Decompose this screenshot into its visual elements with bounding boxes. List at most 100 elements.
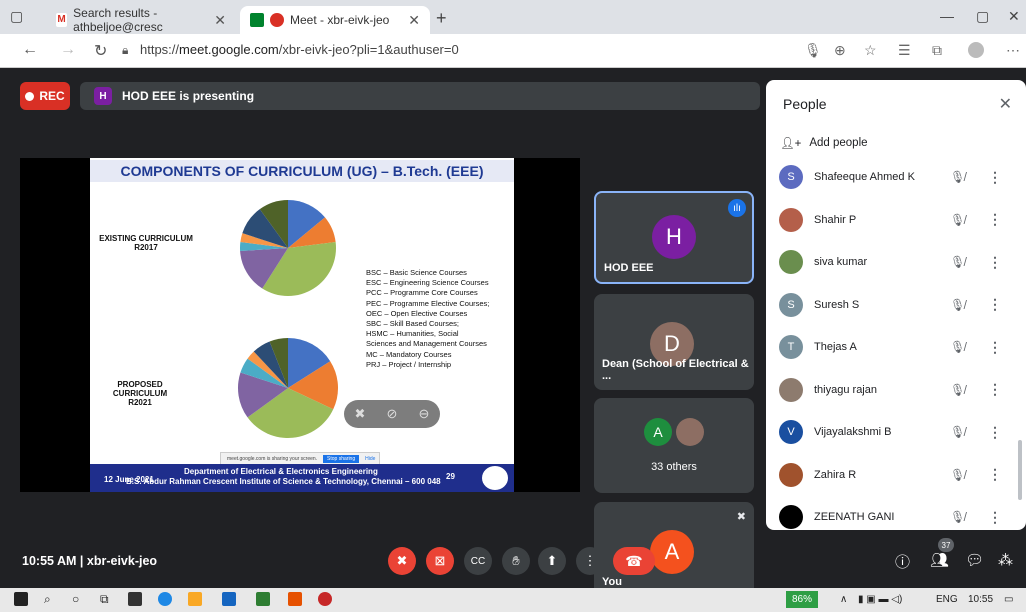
- close-panel-icon[interactable]: ✕: [999, 94, 1012, 114]
- maximize-icon[interactable]: ▢: [976, 8, 989, 25]
- separator: |: [79, 554, 84, 568]
- edge-icon[interactable]: [158, 592, 172, 606]
- more-options-icon[interactable]: ⋮: [988, 254, 1002, 271]
- tab-label: Search results - athbeljoe@cresc: [73, 6, 163, 34]
- legend-line: PEC – Programme Elective Courses;: [366, 298, 490, 308]
- present-button[interactable]: ⬆: [538, 547, 566, 575]
- scrollbar[interactable]: [1018, 440, 1022, 500]
- pie-proposed: [238, 338, 338, 438]
- more-options-icon[interactable]: ⋮: [988, 381, 1002, 398]
- browser-tab-bar: ▢ M Search results - athbeljoe@cresc ✕ M…: [0, 0, 1026, 34]
- mute-off-icon[interactable]: ⊘: [387, 406, 398, 422]
- participant-row[interactable]: siva kumar 🎙︎̸ ⋮: [766, 241, 1026, 284]
- more-options-icon[interactable]: ⋮: [988, 466, 1002, 483]
- participant-row[interactable]: Shahir P 🎙︎̸ ⋮: [766, 199, 1026, 242]
- stop-sharing-button[interactable]: Stop sharing: [323, 455, 360, 463]
- participant-row[interactable]: V Vijayalakshmi B 🎙︎̸ ⋮: [766, 411, 1026, 454]
- leave-call-button[interactable]: ☎︎: [613, 547, 655, 575]
- close-tab-icon[interactable]: ✕: [214, 12, 226, 29]
- start-icon[interactable]: [14, 592, 28, 606]
- close-tab-icon[interactable]: ✕: [408, 12, 420, 29]
- close-window-icon[interactable]: ✕: [1008, 8, 1020, 25]
- task-view-icon[interactable]: ⧉: [100, 592, 109, 607]
- remove-icon[interactable]: ⊖: [419, 406, 430, 422]
- participant-row[interactable]: thiyagu rajan 🎙︎̸ ⋮: [766, 369, 1026, 412]
- participant-row[interactable]: S Shafeeque Ahmed K 🎙︎̸ ⋮: [766, 156, 1026, 199]
- participant-avatar: [779, 462, 803, 487]
- mic-muted-icon: 🎙︎̸: [950, 467, 966, 482]
- hide-button[interactable]: Hide: [365, 456, 375, 462]
- file-explorer-icon[interactable]: [188, 592, 202, 606]
- activities-icon[interactable]: ⁂: [998, 551, 1013, 569]
- meet-area: REC H HOD EEE is presenting COMPONENTS O…: [0, 68, 1026, 596]
- powerpoint-icon[interactable]: [288, 592, 302, 606]
- taskbar-clock[interactable]: 10:55: [968, 594, 993, 605]
- raise-hand-button[interactable]: ✋︎: [502, 547, 530, 575]
- tile-dean[interactable]: D Dean (School of Electrical & ...: [594, 294, 754, 390]
- excel-icon[interactable]: [256, 592, 270, 606]
- people-icon[interactable]: 👥︎: [930, 551, 949, 569]
- participant-name: Vijayalakshmi B: [814, 426, 892, 439]
- store-icon[interactable]: [128, 592, 142, 606]
- tile-name: You: [602, 576, 622, 588]
- chat-icon[interactable]: 💬︎: [965, 551, 984, 569]
- participant-row[interactable]: ZEENATH GANI 🎙︎̸ ⋮: [766, 496, 1026, 539]
- tile-avatar: A: [650, 530, 694, 574]
- chevron-up-icon[interactable]: ∧: [840, 594, 847, 605]
- collections-icon[interactable]: ⧉: [932, 42, 942, 59]
- more-options-icon[interactable]: ⋮: [988, 211, 1002, 228]
- more-options-icon[interactable]: ⋮: [988, 339, 1002, 356]
- back-icon[interactable]: ←: [22, 41, 38, 59]
- participant-name: Shafeeque Ahmed K: [814, 171, 915, 184]
- more-options-button[interactable]: ⋮: [576, 547, 604, 575]
- url-field[interactable]: https://meet.google.com/xbr-eivk-jeo?pli…: [140, 42, 459, 57]
- word-icon[interactable]: [222, 592, 236, 606]
- clock: 10:55 AM: [22, 554, 77, 568]
- minimize-icon[interactable]: —: [940, 8, 954, 24]
- tray-icons[interactable]: ▮ ▣ ▬ ◁): [858, 594, 902, 605]
- more-options-icon[interactable]: ⋮: [988, 296, 1002, 313]
- participant-row[interactable]: T Thejas A 🎙︎̸ ⋮: [766, 326, 1026, 369]
- battery-indicator[interactable]: 86%: [786, 591, 818, 608]
- new-tab-icon[interactable]: +: [436, 8, 447, 29]
- participant-row[interactable]: Zahira R 🎙︎̸ ⋮: [766, 454, 1026, 497]
- more-options-icon[interactable]: ⋮: [988, 424, 1002, 441]
- chrome-icon[interactable]: [318, 592, 332, 606]
- participant-row[interactable]: S Suresh S 🎙︎̸ ⋮: [766, 284, 1026, 327]
- share-text: meet.google.com is sharing your screen.: [227, 456, 318, 462]
- legend-line: PCC – Programme Core Courses: [366, 288, 478, 298]
- legend-line: SBC – Skill Based Courses;: [366, 319, 459, 329]
- meeting-details-icon[interactable]: ⓘ: [895, 551, 910, 572]
- notifications-icon[interactable]: ▭: [1004, 594, 1013, 605]
- cortana-icon[interactable]: ○: [72, 592, 79, 606]
- profile-avatar[interactable]: [968, 42, 984, 58]
- tile-others[interactable]: A 33 others: [594, 398, 754, 493]
- presentation-slide: COMPONENTS OF CURRICULUM (UG) – B.Tech. …: [90, 158, 514, 492]
- reload-icon[interactable]: ↻: [94, 41, 107, 61]
- camera-off-button[interactable]: ⊠: [426, 547, 454, 575]
- more-options-icon[interactable]: ⋮: [988, 509, 1002, 526]
- tab-search-results[interactable]: M Search results - athbeljoe@cresc ✕: [46, 6, 236, 34]
- favorites-list-icon[interactable]: ☰: [898, 42, 911, 59]
- tab-meet[interactable]: Meet - xbr-eivk-jeo ✕: [240, 6, 430, 34]
- url-host: meet.google.com: [179, 42, 279, 57]
- gmail-icon: M: [56, 13, 68, 27]
- add-people-button[interactable]: 👤︎+ Add people: [780, 136, 868, 150]
- slide-footer: 12 June 2021 Department of Electrical & …: [90, 464, 514, 492]
- mic-icon[interactable]: 🎙︎: [804, 42, 822, 59]
- tile-hod-eee[interactable]: H ılı HOD EEE: [594, 191, 754, 284]
- captions-button[interactable]: CC: [464, 547, 492, 575]
- forward-icon[interactable]: →: [60, 41, 76, 59]
- mic-off-button[interactable]: ✖: [388, 547, 416, 575]
- favorite-icon[interactable]: ☆: [864, 42, 877, 59]
- search-icon[interactable]: ⌕: [44, 592, 51, 607]
- pin-off-icon[interactable]: ✖: [355, 406, 366, 422]
- language-indicator[interactable]: ENG: [936, 594, 958, 605]
- participant-avatar: V: [779, 420, 803, 445]
- recording-icon: [270, 13, 284, 27]
- more-options-icon[interactable]: ⋮: [988, 169, 1002, 186]
- more-icon[interactable]: ⋯: [1006, 42, 1020, 59]
- window-menu-icon[interactable]: ▢: [10, 8, 23, 25]
- participant-name: thiyagu rajan: [814, 383, 877, 396]
- zoom-icon[interactable]: ⊕: [834, 42, 846, 59]
